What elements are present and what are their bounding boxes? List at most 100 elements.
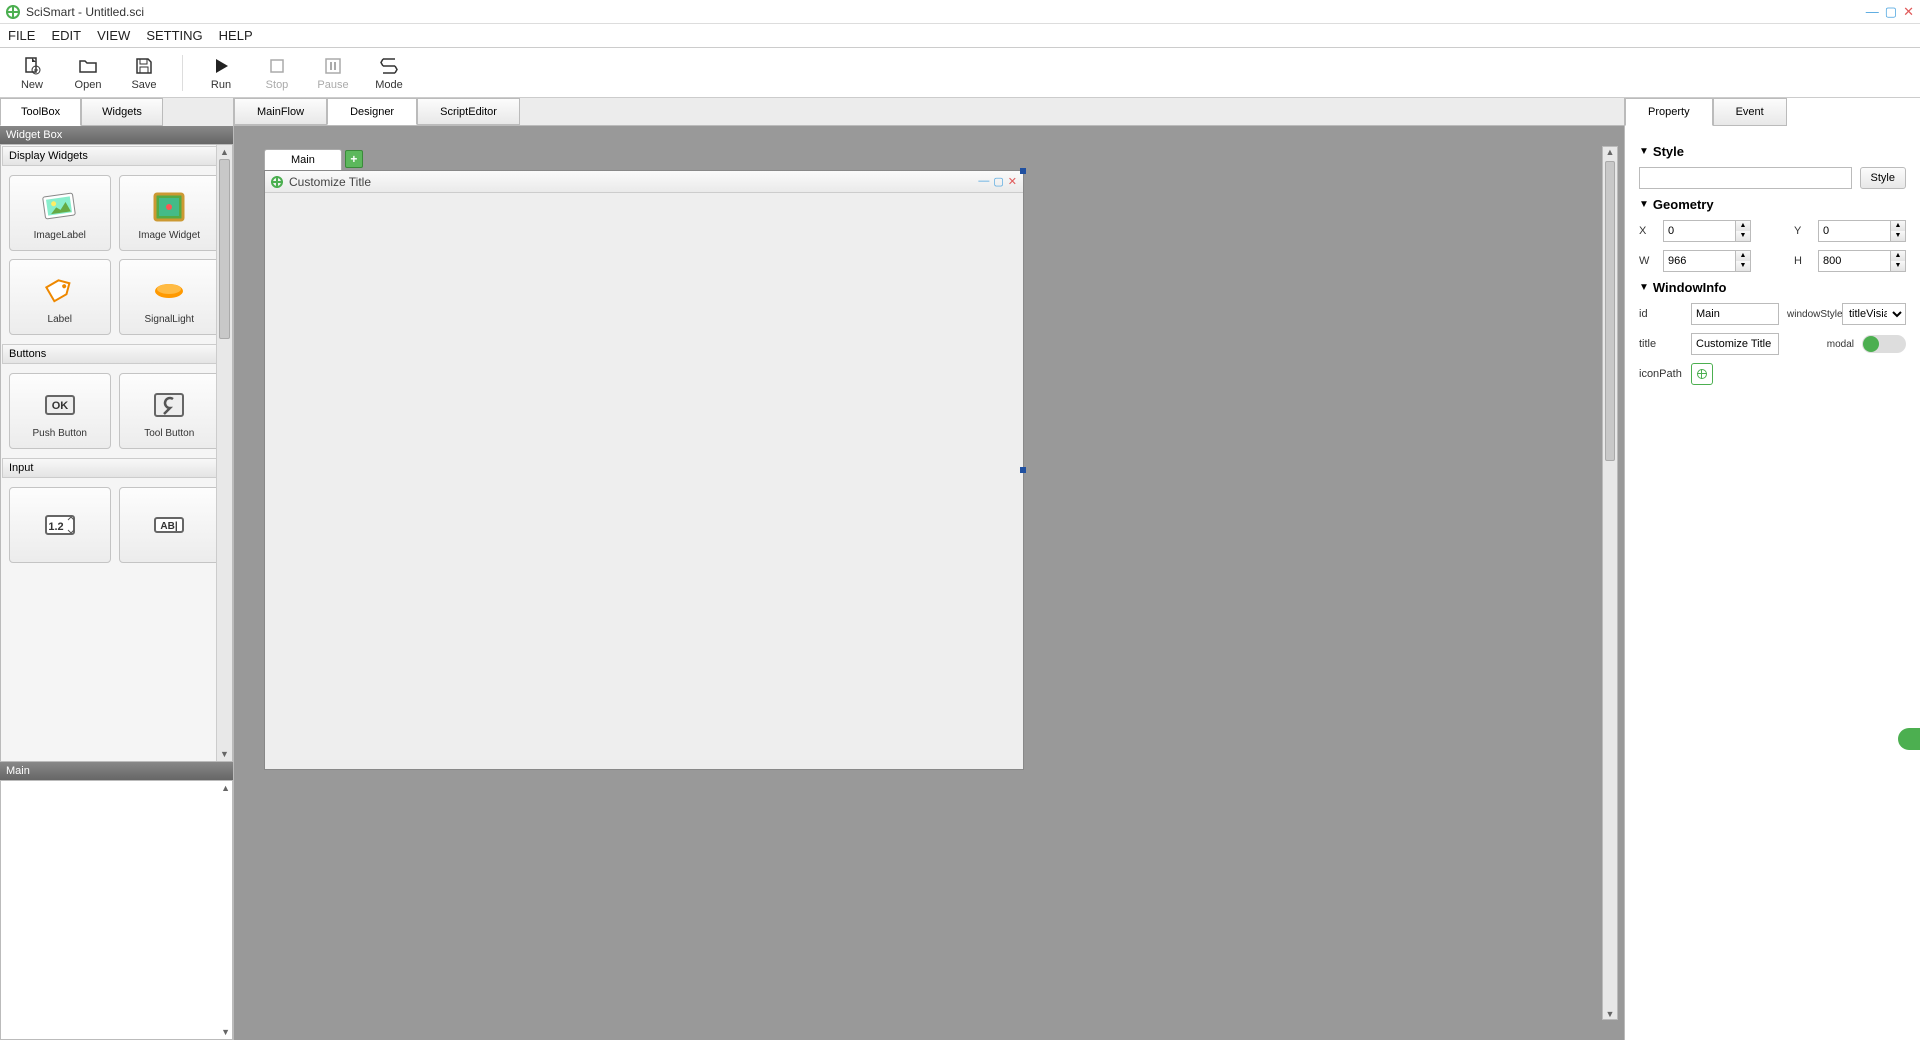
widget-spinbox[interactable]: 1.2 [9,487,111,563]
widget-imagewidget[interactable]: Image Widget [119,175,221,251]
iconpath-button[interactable] [1691,363,1713,385]
section-buttons[interactable]: Buttons [2,344,231,364]
y-spinner[interactable]: ▲▼ [1818,220,1906,242]
menu-file[interactable]: FILE [8,28,35,43]
new-button[interactable]: New [14,55,50,91]
titlebar: SciSmart - Untitled.sci — ▢ ✕ [0,0,1920,24]
section-style[interactable]: Style [1639,144,1906,159]
folder-open-icon [77,55,99,77]
float-badge-icon[interactable] [1898,728,1920,750]
hierarchy-header: Main [0,762,233,780]
label-modal: modal [1827,339,1854,350]
maximize-icon[interactable]: ▢ [1885,4,1897,20]
mode-button[interactable]: Mode [371,55,407,91]
widget-box: Display Widgets ImageLabel Image Widget … [0,144,233,762]
hierarchy-tree[interactable]: ▲ ▼ [0,780,233,1040]
section-input[interactable]: Input [2,458,231,478]
spinbox-icon: 1.2 [39,504,81,546]
label-x: X [1639,225,1655,237]
pause-button[interactable]: Pause [315,55,351,91]
stop-icon [266,55,288,77]
design-tab-main[interactable]: Main [264,149,342,170]
label-iconpath: iconPath [1639,368,1683,380]
design-window-logo-icon [271,176,283,188]
menu-view[interactable]: VIEW [97,28,130,43]
widget-toolbutton[interactable]: Tool Button [119,373,221,449]
center-panel: MainFlow Designer ScriptEditor Main + Cu… [234,98,1624,1040]
label-y: Y [1794,225,1810,237]
tab-scripteditor[interactable]: ScriptEditor [417,98,520,125]
tab-designer[interactable]: Designer [327,98,417,125]
design-window[interactable]: Customize Title — ▢ ✕ [264,170,1024,770]
windowstyle-dropdown[interactable]: titleVisia [1842,303,1906,325]
run-button[interactable]: Run [203,55,239,91]
label-id: id [1639,308,1683,320]
x-spinner[interactable]: ▲▼ [1663,220,1751,242]
tab-event[interactable]: Event [1713,98,1787,126]
pushbutton-icon: OK [39,384,81,426]
play-icon [210,55,232,77]
lineedit-icon: AB| [148,504,190,546]
svg-text:1.2: 1.2 [48,521,63,533]
close-icon[interactable]: ✕ [1903,4,1914,20]
left-panel: ToolBox Widgets Widget Box Display Widge… [0,98,234,1040]
toolbutton-icon [148,384,190,426]
add-tab-button[interactable]: + [345,150,363,168]
imagewidget-icon [148,186,190,228]
widget-imagelabel[interactable]: ImageLabel [9,175,111,251]
stop-button[interactable]: Stop [259,55,295,91]
mode-icon [378,55,400,77]
tab-property[interactable]: Property [1625,98,1713,126]
toolbar-separator [182,55,183,91]
label-title: title [1639,338,1683,350]
dw-maximize-icon[interactable]: ▢ [993,175,1003,188]
resize-handle[interactable] [1020,168,1026,174]
signallight-icon [148,270,190,312]
title-input[interactable] [1691,333,1779,355]
svg-text:AB|: AB| [161,521,178,532]
dw-minimize-icon[interactable]: — [978,175,989,188]
widget-label[interactable]: Label [9,259,111,335]
widget-box-header: Widget Box [0,126,233,144]
menu-edit[interactable]: EDIT [51,28,81,43]
menu-setting[interactable]: SETTING [146,28,202,43]
toolbar: New Open Save Run Stop Pause Mode [0,48,1920,98]
canvas-area[interactable]: Main + Customize Title — ▢ ✕ ▲ [234,126,1624,1040]
pause-icon [322,55,344,77]
save-icon [133,55,155,77]
h-spinner[interactable]: ▲▼ [1818,250,1906,272]
app-title: SciSmart - Untitled.sci [26,5,144,19]
tab-widgets[interactable]: Widgets [81,98,163,126]
svg-text:OK: OK [52,400,69,412]
style-input[interactable] [1639,167,1852,189]
menu-help[interactable]: HELP [219,28,253,43]
section-windowinfo[interactable]: WindowInfo [1639,280,1906,295]
menubar: FILE EDIT VIEW SETTING HELP [0,24,1920,48]
open-button[interactable]: Open [70,55,106,91]
section-display-widgets[interactable]: Display Widgets [2,146,231,166]
tab-mainflow[interactable]: MainFlow [234,98,327,125]
style-button[interactable]: Style [1860,167,1906,189]
app-logo-icon [6,5,20,19]
widget-lineedit[interactable]: AB| [119,487,221,563]
label-w: W [1639,255,1655,267]
w-spinner[interactable]: ▲▼ [1663,250,1751,272]
modal-toggle[interactable] [1862,335,1906,353]
minimize-icon[interactable]: — [1866,4,1879,20]
id-input[interactable] [1691,303,1779,325]
design-window-titlebar: Customize Title — ▢ ✕ [265,171,1023,193]
save-button[interactable]: Save [126,55,162,91]
section-geometry[interactable]: Geometry [1639,197,1906,212]
label-h: H [1794,255,1810,267]
imagelabel-icon [39,186,81,228]
widget-pushbutton[interactable]: OK Push Button [9,373,111,449]
label-windowstyle: windowStyle [1787,309,1834,320]
label-icon [39,270,81,312]
widget-box-scrollbar[interactable]: ▲ ▼ [216,145,232,761]
resize-handle[interactable] [1020,467,1026,473]
new-file-icon [21,55,43,77]
tab-toolbox[interactable]: ToolBox [0,98,81,126]
canvas-scrollbar[interactable]: ▲ ▼ [1602,146,1618,1020]
widget-signallight[interactable]: SignalLight [119,259,221,335]
dw-close-icon[interactable]: ✕ [1008,175,1017,188]
